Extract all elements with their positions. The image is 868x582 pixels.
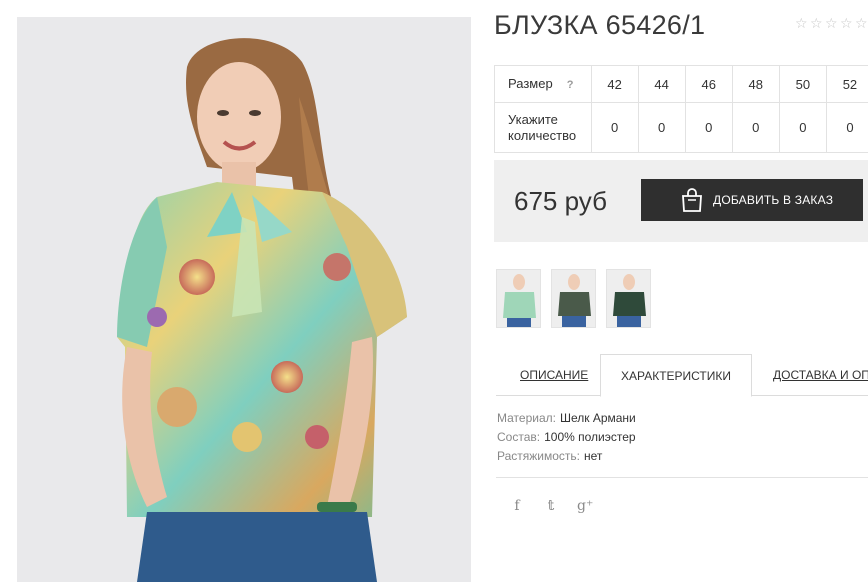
size-label: Размер — [508, 75, 553, 91]
quantity-row: Укажите количество 0 0 0 0 0 0 — [494, 102, 868, 153]
divider — [496, 477, 868, 478]
thumbnail-gallery — [496, 269, 651, 328]
size-quantity-table: Размер? 42 44 46 48 50 52 Укажите количе… — [494, 65, 868, 153]
quantity-input[interactable]: 0 — [778, 102, 827, 153]
product-tabs: ОПИСАНИЕ ХАРАКТЕРИСТИКИ ДОСТАВКА И ОПЛАТ… — [496, 354, 868, 397]
facebook-icon[interactable]: f — [509, 498, 525, 514]
quantity-input[interactable]: 0 — [825, 102, 868, 153]
spec-value: 100% полиэстер — [544, 430, 636, 444]
rating-stars[interactable]: ☆ ☆ ☆ ☆ ☆ — [795, 17, 868, 31]
twitter-icon[interactable]: 𝕥 — [543, 498, 559, 514]
price: 675 руб — [514, 186, 607, 216]
size-cell: 48 — [731, 65, 780, 103]
social-share: f 𝕥 g⁺ — [509, 498, 593, 514]
spec-key: Материал: — [497, 411, 556, 425]
quantity-input[interactable]: 0 — [684, 102, 733, 153]
product-title: БЛУЗКА 65426/1 — [494, 10, 706, 40]
size-row: Размер? 42 44 46 48 50 52 — [494, 65, 868, 103]
spec-row: Материал: Шелк Армани — [497, 409, 636, 428]
spec-key: Состав: — [497, 430, 541, 444]
add-to-order-button[interactable]: ДОБАВИТЬ В ЗАКАЗ — [641, 179, 863, 221]
shopping-bag-icon — [682, 188, 702, 212]
spec-value: нет — [584, 449, 603, 463]
tab-delivery-payment[interactable]: ДОСТАВКА И ОПЛАТА — [773, 354, 868, 396]
spec-key: Растяжимость: — [497, 449, 581, 463]
size-cell: 46 — [684, 65, 733, 103]
star-icon[interactable]: ☆ — [840, 17, 854, 31]
order-box: 675 руб ДОБАВИТЬ В ЗАКАЗ — [494, 160, 868, 242]
quantity-input[interactable]: 0 — [731, 102, 780, 153]
size-cell: 50 — [778, 65, 827, 103]
size-cell: 52 — [825, 65, 868, 103]
specifications: Материал: Шелк Армани Состав: 100% полиэст… — [497, 409, 636, 466]
size-row-header: Размер? — [494, 65, 592, 103]
star-icon[interactable]: ☆ — [855, 17, 868, 31]
add-to-order-label: ДОБАВИТЬ В ЗАКАЗ — [713, 193, 834, 207]
main-product-image[interactable] — [17, 17, 471, 582]
star-icon[interactable]: ☆ — [825, 17, 839, 31]
star-icon[interactable]: ☆ — [795, 17, 809, 31]
tab-description[interactable]: ОПИСАНИЕ — [520, 354, 588, 396]
star-icon[interactable]: ☆ — [810, 17, 824, 31]
spec-row: Состав: 100% полиэстер — [497, 428, 636, 447]
google-plus-icon[interactable]: g⁺ — [577, 498, 593, 514]
thumbnail-3[interactable] — [606, 269, 651, 328]
size-cell: 42 — [590, 65, 639, 103]
spec-value: Шелк Армани — [559, 411, 636, 425]
size-cell: 44 — [637, 65, 686, 103]
thumbnail-2[interactable] — [551, 269, 596, 328]
tab-characteristics[interactable]: ХАРАКТЕРИСТИКИ — [600, 354, 752, 397]
spec-row: Растяжимость: нет — [497, 447, 636, 466]
quantity-input[interactable]: 0 — [637, 102, 686, 153]
quantity-input[interactable]: 0 — [590, 102, 639, 153]
quantity-label: Укажите количество — [494, 102, 592, 153]
size-help-icon[interactable]: ? — [567, 79, 574, 91]
thumbnail-1[interactable] — [496, 269, 541, 328]
